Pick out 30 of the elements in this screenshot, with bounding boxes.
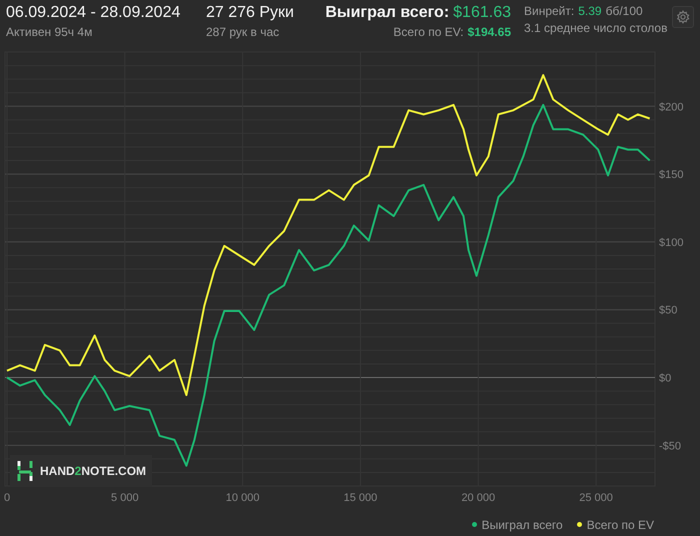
- x-tick-label: 20 000: [461, 492, 496, 504]
- settings-button[interactable]: [672, 6, 694, 28]
- x-tick-label: 5 000: [111, 492, 139, 504]
- winrate-unit: бб/100: [606, 4, 643, 18]
- ev-value: $194.65: [468, 25, 511, 39]
- winrate-value: 5.39: [578, 4, 602, 18]
- active-time: Активен 95ч 4м: [6, 25, 94, 39]
- won-label: Выиграл всего:: [325, 4, 450, 22]
- hands-per-hour: 287 рук в час: [206, 25, 280, 39]
- logo: HAND2NOTE.COM: [10, 455, 152, 487]
- x-tick-label: 25 000: [579, 492, 613, 504]
- date-range: 06.09.2024 - 28.09.2024: [6, 4, 182, 22]
- settings-icon: [676, 10, 690, 24]
- logo-icon: [16, 460, 34, 482]
- x-tick-label: 0: [4, 492, 10, 504]
- tables-average: 3.1 среднее число столов: [524, 21, 668, 35]
- y-tick-label: $50: [659, 304, 678, 317]
- x-tick-label: 10 000: [226, 492, 260, 504]
- y-tick-label: $150: [659, 169, 684, 182]
- legend-label: Всего по EV: [586, 518, 654, 532]
- y-tick-label: $100: [659, 236, 684, 249]
- legend-label: Выиграл всего: [482, 518, 563, 532]
- hands-count: 27 276 Руки: [206, 4, 295, 22]
- y-tick-label: -$50: [659, 440, 682, 452]
- ev-label: Всего по EV:: [393, 25, 464, 39]
- winrate-label: Винрейт:: [524, 4, 574, 18]
- y-tick-label: $0: [659, 372, 672, 384]
- y-tick-label: $200: [659, 101, 684, 114]
- won-value: $161.63: [453, 4, 511, 22]
- x-tick-label: 15 000: [344, 492, 378, 504]
